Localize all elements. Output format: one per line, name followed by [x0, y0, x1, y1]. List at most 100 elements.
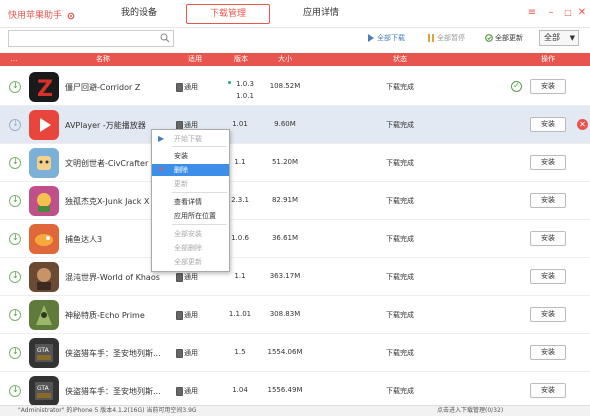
menu-item-install-all[interactable]: 全部安装 — [152, 228, 229, 240]
status: 下载完成 — [386, 83, 414, 91]
top-nav-bar: 快用苹果助手 我的设备 下载管理 应用详情 ≡ – □ ✕ — [0, 0, 590, 28]
app-icon — [29, 110, 59, 140]
header-compat[interactable]: 适用 — [180, 53, 210, 66]
compat-label: 通用 — [176, 82, 198, 92]
header-action[interactable]: 操作 — [528, 53, 568, 66]
download-icon[interactable] — [9, 385, 21, 397]
compat-label: 通用 — [176, 386, 198, 396]
app-icon: GTA — [29, 338, 59, 368]
download-icon[interactable] — [9, 271, 21, 283]
header-status[interactable]: 状态 — [380, 53, 420, 66]
app-name: 侠盗猎车手：圣安地列斯... — [65, 387, 161, 396]
install-button[interactable]: 安装 — [530, 231, 566, 246]
table-row[interactable]: 神秘特质-Echo Prime 通用 1.1.01 308.83M 下载完成 安… — [0, 296, 590, 334]
pause-icon — [428, 34, 434, 42]
version: 1.01 — [232, 120, 248, 128]
update-check-icon[interactable] — [511, 81, 522, 92]
download-all-button[interactable]: 全部下载 — [367, 33, 405, 43]
minimize-icon[interactable]: – — [546, 8, 556, 18]
header-name[interactable]: 名称 — [78, 53, 128, 66]
install-button[interactable]: 安装 — [530, 193, 566, 208]
install-button[interactable]: 安装 — [530, 345, 566, 360]
app-name: 侠盗猎车手：圣安地列斯... — [65, 349, 161, 358]
download-icon[interactable] — [9, 157, 21, 169]
size: 36.61M — [271, 234, 299, 242]
filter-select[interactable]: 全部 ▼ — [539, 30, 579, 46]
menu-item-view-details[interactable]: 查看详情 — [152, 196, 229, 208]
download-icon[interactable] — [9, 81, 21, 93]
menu-item-update-all[interactable]: 全部更新 — [152, 256, 229, 268]
size: 108.52M — [269, 82, 301, 90]
install-button[interactable]: 安装 — [530, 269, 566, 284]
install-button[interactable]: 安装 — [530, 155, 566, 170]
size: 9.60M — [274, 120, 296, 128]
table-row[interactable]: AVPlayer -万能播放器 通用 1.01 9.60M 下载完成 安装 ✕ — [0, 106, 590, 144]
status: 下载完成 — [386, 197, 414, 205]
download-icon[interactable] — [9, 347, 21, 359]
menu-item-delete-all[interactable]: 全部删除 — [152, 242, 229, 254]
app-name: AVPlayer -万能播放器 — [65, 121, 146, 130]
context-menu: ▶ 开始下载 安装 ✕ 删除 更新 查看详情 应用所在位置 全部安装 全部删除 全部… — [151, 129, 230, 272]
menu-item-app-location[interactable]: 应用所在位置 — [152, 210, 229, 222]
table-row[interactable]: 混沌世界-World of Khaos 通用 1.1 363.17M 下载完成 … — [0, 258, 590, 296]
menu-icon[interactable]: ≡ — [527, 8, 537, 18]
size: 308.83M — [269, 310, 301, 318]
menu-divider — [172, 146, 227, 147]
maximize-icon[interactable]: □ — [563, 8, 573, 18]
svg-text:Z: Z — [37, 77, 53, 102]
app-name: 捕鱼达人3 — [65, 235, 103, 244]
update-all-button[interactable]: 全部更新 — [485, 33, 523, 43]
chevron-down-icon: ▼ — [569, 34, 575, 42]
menu-item-install[interactable]: 安装 — [152, 150, 229, 162]
download-icon[interactable] — [9, 309, 21, 321]
header-version[interactable]: 版本 — [226, 53, 256, 66]
table-row[interactable]: 独孤杰克X-Junk Jack X 通用 2.3.1 82.91M 下载完成 安… — [0, 182, 590, 220]
size: 82.91M — [271, 196, 299, 204]
version: 1.1 — [234, 272, 246, 280]
table-row[interactable]: GTA 侠盗猎车手：圣安地列斯... 通用 1.5 1554.06M 下载完成 … — [0, 334, 590, 372]
delete-icon[interactable]: ✕ — [577, 119, 588, 130]
install-button[interactable]: 安装 — [530, 117, 566, 132]
device-icon — [176, 386, 183, 396]
status: 下载完成 — [386, 311, 414, 319]
header-expand-icon[interactable]: … — [9, 53, 19, 66]
app-icon — [29, 186, 59, 216]
table-row[interactable]: Z 僵尸回避-Corridor Z 通用 1.0.31.0.1 108.52M … — [0, 68, 590, 106]
install-button[interactable]: 安装 — [530, 383, 566, 398]
app-icon — [29, 300, 59, 330]
table-row[interactable]: 文明创世者-CivCrafter 通用 1.1 51.20M 下载完成 安装 — [0, 144, 590, 182]
pause-all-button[interactable]: 全部暂停 — [427, 33, 465, 43]
search-input[interactable] — [9, 31, 154, 46]
status: 下载完成 — [386, 159, 414, 167]
app-name: 文明创世者-CivCrafter — [65, 159, 149, 168]
tab-my-device[interactable]: 我的设备 — [104, 4, 174, 24]
close-icon[interactable]: ✕ — [577, 8, 587, 18]
status: 下载完成 — [386, 349, 414, 357]
header-size[interactable]: 大小 — [270, 53, 300, 66]
install-button[interactable]: 安装 — [530, 307, 566, 322]
status: 下载完成 — [386, 121, 414, 129]
search-icon[interactable] — [160, 33, 170, 43]
download-icon[interactable] — [9, 233, 21, 245]
download-icon[interactable] — [9, 195, 21, 207]
gear-icon[interactable] — [67, 12, 75, 20]
download-manager-link[interactable]: 点击进入下载管理(0/32) — [437, 406, 503, 416]
download-icon[interactable] — [9, 119, 21, 131]
tab-download-manager[interactable]: 下载管理 — [186, 4, 270, 24]
search-box[interactable] — [8, 30, 174, 47]
size: 1556.49M — [267, 386, 303, 394]
tab-app-details[interactable]: 应用详情 — [284, 4, 358, 24]
app-icon: Z — [29, 72, 59, 102]
menu-item-update[interactable]: 更新 — [152, 178, 229, 190]
size: 363.17M — [269, 272, 301, 280]
version: 1.0.3 1.0.1 — [236, 80, 254, 100]
app-name: 混沌世界-World of Khaos — [65, 273, 160, 282]
compat-label: 通用 — [176, 272, 198, 282]
menu-item-delete[interactable]: ✕ 删除 — [152, 164, 229, 176]
menu-divider — [172, 192, 227, 193]
device-icon — [176, 82, 183, 92]
table-row[interactable]: 捕鱼达人3 通用 1.0.6 36.61M 下载完成 安装 — [0, 220, 590, 258]
install-button[interactable]: 安装 — [530, 79, 566, 94]
menu-item-start-download[interactable]: ▶ 开始下载 — [152, 133, 229, 145]
size: 51.20M — [271, 158, 299, 166]
